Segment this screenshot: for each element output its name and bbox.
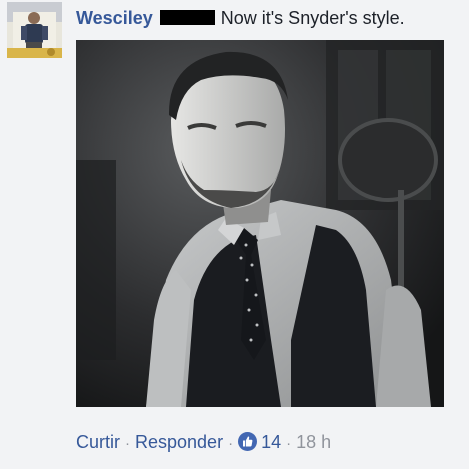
comment-text: Now it's Snyder's style.: [220, 8, 405, 28]
separator-dot: ·: [286, 435, 292, 452]
thumbs-up-icon[interactable]: [238, 432, 258, 451]
separator-dot: ·: [125, 435, 130, 452]
photo-image: [76, 40, 444, 407]
comment-body: Wesciley Now it's Snyder's style.: [76, 7, 405, 29]
like-link[interactable]: Curtir: [76, 432, 120, 452]
avatar-image: [7, 2, 62, 58]
redacted-mention: [159, 10, 215, 25]
timestamp[interactable]: 18 h: [296, 432, 331, 452]
likes-count[interactable]: 14: [261, 432, 281, 452]
separator-dot: ·: [228, 435, 234, 452]
avatar[interactable]: [7, 2, 62, 58]
comment-photo[interactable]: [76, 40, 444, 407]
comment-actions: Curtir · Responder · 14 · 18 h: [76, 431, 331, 455]
author-name[interactable]: Wesciley: [76, 8, 153, 28]
comment: Wesciley Now it's Snyder's style. Curtir…: [0, 0, 469, 469]
reply-link[interactable]: Responder: [135, 432, 223, 452]
